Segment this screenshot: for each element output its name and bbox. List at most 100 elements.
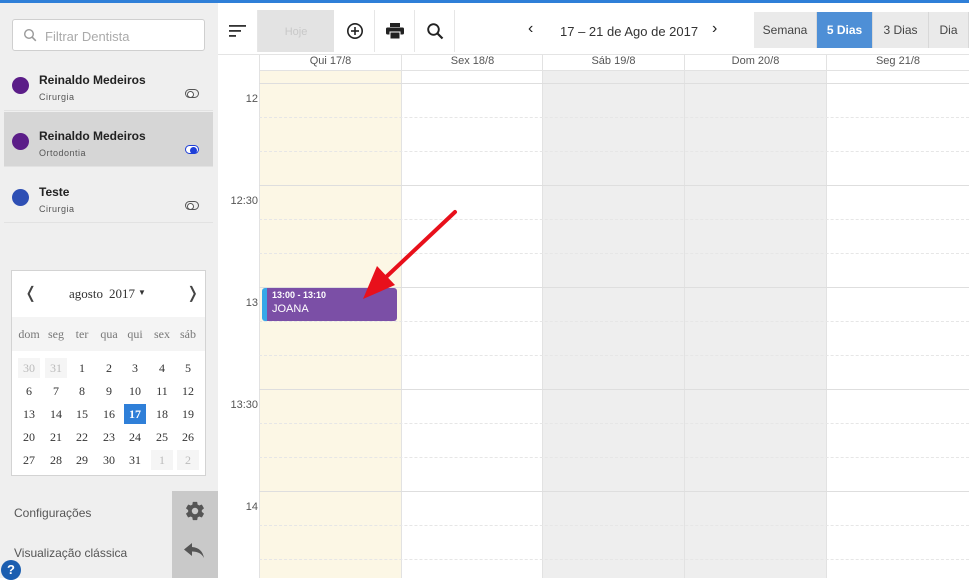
calendar-day[interactable]: 29 <box>71 450 93 470</box>
weekday-label: sáb <box>180 327 196 341</box>
other-month-day[interactable]: 2 <box>177 450 199 470</box>
other-month-day[interactable]: 30 <box>18 358 40 378</box>
print-button[interactable] <box>375 10 415 52</box>
weekday-label: seg <box>48 327 64 341</box>
calendar-day[interactable]: 11 <box>151 381 173 401</box>
visibility-toggle[interactable] <box>185 89 199 98</box>
dentist-filter-input[interactable] <box>45 26 195 46</box>
calendar-day[interactable]: 14 <box>45 404 67 424</box>
weekday-header-row: dom seg ter qua qui sex sáb <box>12 317 205 351</box>
calendar-day[interactable]: 15 <box>71 404 93 424</box>
view-button[interactable]: Dia <box>929 12 969 48</box>
appointment-patient: JOANA <box>272 303 309 315</box>
time-slot-line <box>259 491 969 492</box>
dentist-item[interactable]: Teste Cirurgia <box>4 168 213 223</box>
visibility-toggle[interactable] <box>185 201 199 210</box>
calendar-day[interactable]: 18 <box>151 404 173 424</box>
help-button[interactable]: ? <box>1 560 21 580</box>
calendar-day[interactable]: 19 <box>177 404 199 424</box>
calendar-day[interactable]: 12 <box>177 381 199 401</box>
day-column[interactable]: Sex 18/8 <box>401 55 543 578</box>
time-subslot-line <box>259 117 969 118</box>
time-subslot-line <box>259 559 969 560</box>
calendar-day[interactable]: 21 <box>45 427 67 447</box>
arrow-shaft <box>383 210 457 280</box>
classic-view-link[interactable]: Visualização clássica <box>14 546 127 560</box>
mini-calendar-month[interactable]: agosto <box>69 286 103 302</box>
time-subslot-line <box>259 457 969 458</box>
weekday-label: qua <box>100 327 118 341</box>
dentist-color-dot <box>12 77 29 94</box>
calendar-day[interactable]: 4 <box>151 358 173 378</box>
other-month-day[interactable]: 31 <box>45 358 67 378</box>
calendar-day[interactable]: 25 <box>151 427 173 447</box>
visibility-toggle[interactable] <box>185 145 199 154</box>
calendar-day[interactable]: 10 <box>124 381 146 401</box>
calendar-day[interactable]: 13 <box>18 404 40 424</box>
mini-calendar-year[interactable]: 2017 <box>109 286 135 302</box>
next-month-icon[interactable]: ❭ <box>186 283 199 303</box>
filter-menu-button[interactable] <box>218 10 258 52</box>
next-range-icon[interactable]: › <box>712 20 717 38</box>
calendar-day[interactable]: 16 <box>98 404 120 424</box>
day-header: Dom 20/8 <box>685 55 826 71</box>
calendar-day[interactable]: 6 <box>18 381 40 401</box>
dentist-item[interactable]: Reinaldo Medeiros Ortodontia <box>4 112 213 167</box>
sidebar: Reinaldo MedeirosCirurgiaReinaldo Medeir… <box>0 3 218 580</box>
dentist-filter[interactable] <box>12 19 205 51</box>
calendar-day[interactable]: 27 <box>18 450 40 470</box>
mini-calendar: ❬ agosto 2017 ▼ ❭ dom seg ter qua qui sex sáb … <box>11 270 206 476</box>
settings-link[interactable]: Configurações <box>14 506 91 520</box>
weekday-label: sex <box>154 327 170 341</box>
time-slot-line <box>259 389 969 390</box>
mini-calendar-header: ❬ agosto 2017 ▼ ❭ <box>12 271 205 317</box>
day-column[interactable]: Sáb 19/8 <box>542 55 684 578</box>
day-column[interactable]: Dom 20/8 <box>684 55 826 578</box>
day-header: Qui 17/8 <box>260 55 401 71</box>
calendar-day[interactable]: 5 <box>177 358 199 378</box>
calendar-day[interactable]: 28 <box>45 450 67 470</box>
calendar-day[interactable]: 3 <box>124 358 146 378</box>
dentist-specialty: Cirurgia <box>39 204 75 214</box>
calendar-day[interactable]: 9 <box>98 381 120 401</box>
calendar-day[interactable]: 22 <box>71 427 93 447</box>
date-range-title: 17 – 21 de Ago de 2017 <box>560 24 699 39</box>
calendar-day[interactable]: 31 <box>124 450 146 470</box>
dentist-item[interactable]: Reinaldo Medeiros Cirurgia <box>4 56 213 111</box>
calendar-day[interactable]: 20 <box>18 427 40 447</box>
calendar-day[interactable]: 30 <box>98 450 120 470</box>
day-column[interactable]: Seg 21/8 <box>826 55 969 578</box>
day-header: Sáb 19/8 <box>543 55 684 71</box>
sort-lines-icon <box>228 25 246 37</box>
time-subslot-line <box>259 151 969 152</box>
calendar-day[interactable]: 7 <box>45 381 67 401</box>
gear-icon <box>186 501 204 521</box>
view-button[interactable]: Semana <box>754 12 817 48</box>
calendar-day[interactable]: 8 <box>71 381 93 401</box>
time-subslot-line <box>259 355 969 356</box>
previous-month-icon[interactable]: ❬ <box>24 283 37 303</box>
dentist-specialty: Cirurgia <box>39 92 75 102</box>
calendar-day[interactable]: 2 <box>98 358 120 378</box>
calendar-day[interactable]: 26 <box>177 427 199 447</box>
time-subslot-line <box>259 423 969 424</box>
dentist-name: Reinaldo Medeiros <box>39 73 146 87</box>
settings-button[interactable] <box>172 491 218 531</box>
selected-day[interactable]: 17 <box>124 404 146 424</box>
calendar-day[interactable]: 23 <box>98 427 120 447</box>
view-button[interactable]: 5 Dias <box>817 12 873 48</box>
view-button[interactable]: 3 Dias <box>873 12 929 48</box>
red-arrow-annotation <box>363 210 457 299</box>
calendar-day[interactable]: 1 <box>71 358 93 378</box>
add-appointment-button[interactable] <box>335 10 375 52</box>
time-slot-line <box>259 83 969 84</box>
today-button[interactable]: Hoje <box>258 10 334 52</box>
previous-range-icon[interactable]: ‹ <box>528 20 533 38</box>
classic-view-button[interactable] <box>172 531 218 578</box>
other-month-day[interactable]: 1 <box>151 450 173 470</box>
weekday-label: ter <box>75 327 89 341</box>
search-icon <box>23 28 37 42</box>
search-button[interactable] <box>415 10 455 52</box>
year-dropdown-icon[interactable]: ▼ <box>138 288 146 297</box>
calendar-day[interactable]: 24 <box>124 427 146 447</box>
